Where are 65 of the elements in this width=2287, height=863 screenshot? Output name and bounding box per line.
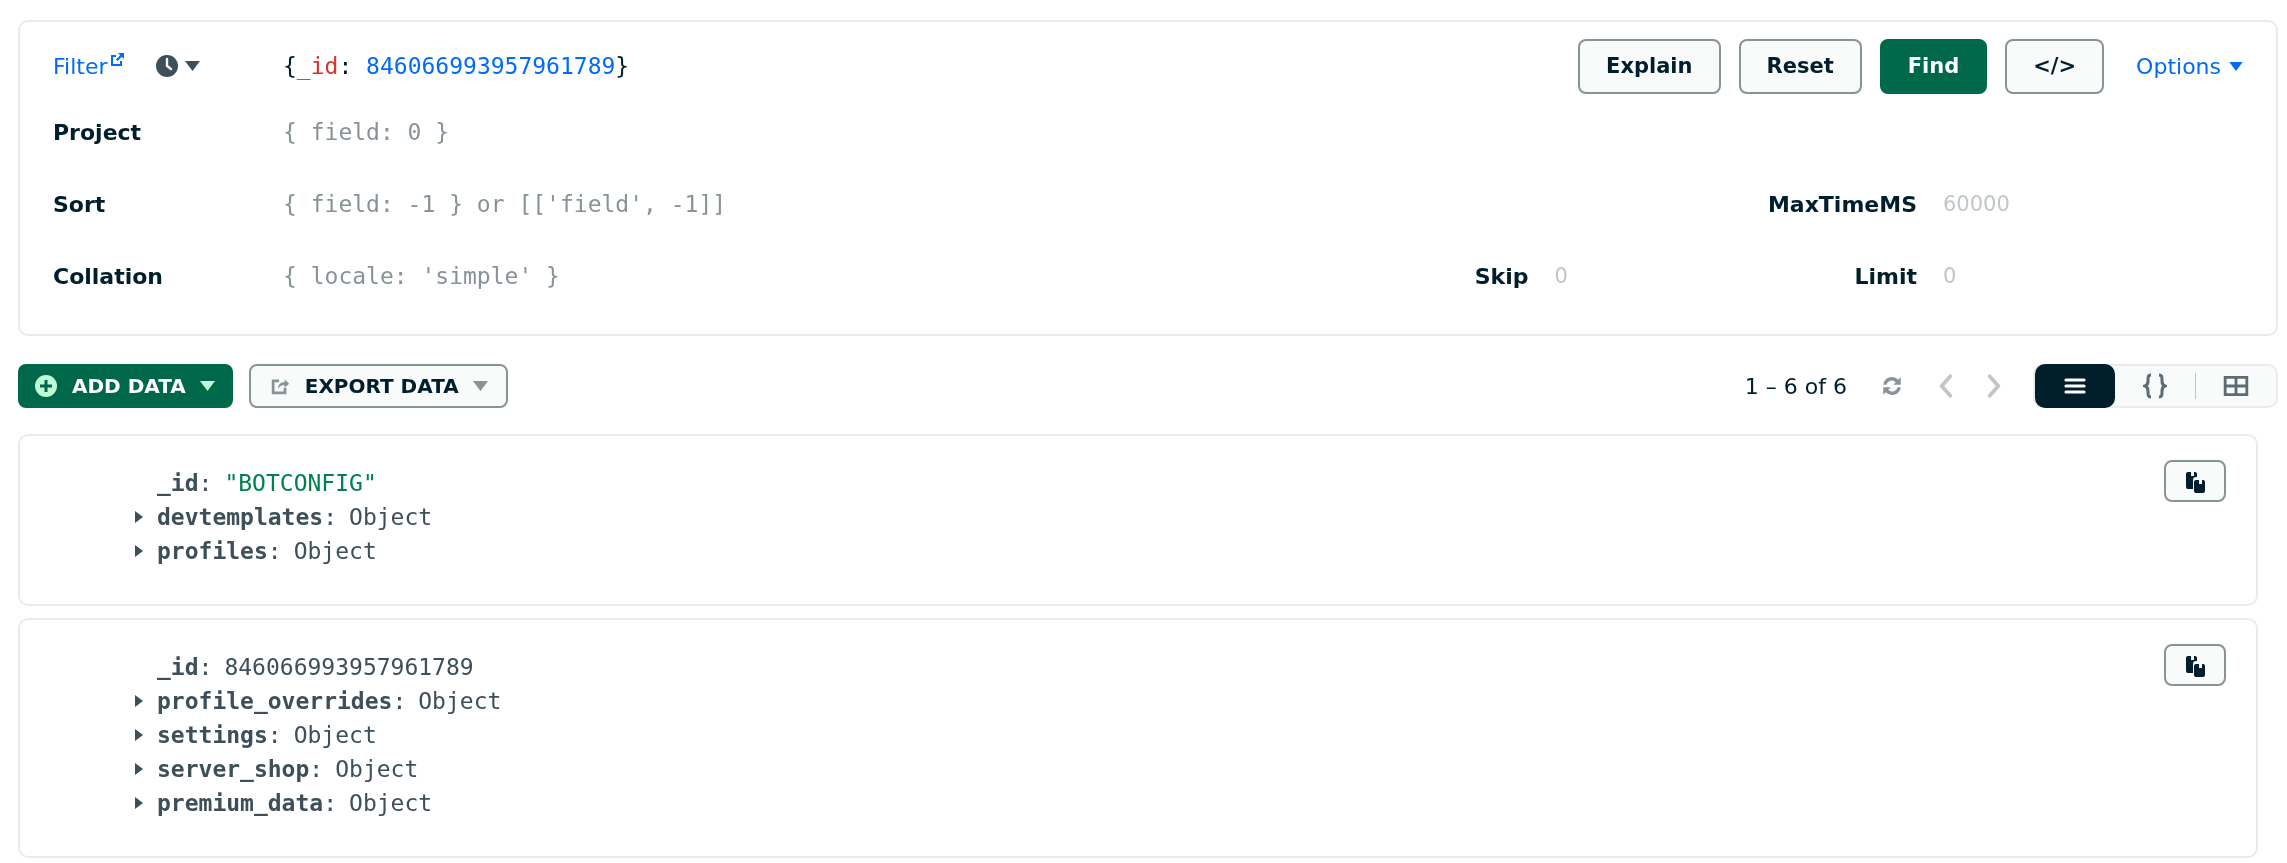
field-label: Limit	[1854, 263, 1917, 289]
field-value: "BOTCONFIG"	[224, 470, 377, 496]
field-key: devtemplates	[157, 504, 324, 530]
field-value: Object	[349, 790, 433, 816]
copy-icon	[2183, 469, 2207, 493]
plus-icon	[34, 374, 58, 398]
key-separator: :	[267, 538, 282, 564]
filter-input[interactable]: {_id: 846066993957961789}	[283, 53, 1579, 79]
project-input[interactable]: { field: 0 }	[283, 119, 2243, 145]
copy-button[interactable]	[2164, 644, 2226, 686]
field-key: profiles	[157, 538, 268, 564]
expand-arrow-icon[interactable]	[135, 511, 143, 523]
field-key: premium_data	[157, 790, 324, 816]
key-separator: :	[198, 654, 213, 680]
expand-arrow-icon[interactable]	[135, 763, 143, 775]
caret-icon	[472, 381, 488, 391]
list-icon	[2063, 376, 2087, 396]
pagination-text: 1 – 6 of 6	[1744, 373, 1847, 399]
field-label: Sort	[53, 191, 107, 217]
field-value: 846066993957961789	[224, 654, 474, 680]
query-button[interactable]: Reset	[1738, 38, 1862, 94]
key-separator: :	[323, 504, 338, 530]
field-key: profile_overrides	[157, 688, 393, 714]
options-button[interactable]: Options	[2136, 53, 2243, 79]
field-value: Object	[293, 722, 377, 748]
caret-icon	[2229, 61, 2243, 71]
expand-arrow-icon[interactable]	[135, 729, 143, 741]
field-key: _id	[157, 654, 199, 680]
field-label: Collation	[53, 263, 165, 289]
add-data-button[interactable]: ADD DATA	[18, 364, 233, 408]
expand-arrow-icon[interactable]	[135, 695, 143, 707]
expand-arrow-icon[interactable]	[135, 797, 143, 809]
field-key: server_shop	[157, 756, 310, 782]
expand-arrow-icon[interactable]	[135, 545, 143, 557]
code-button[interactable]: </>	[2005, 38, 2105, 94]
copy-button[interactable]	[2164, 460, 2226, 502]
field-value: Object	[418, 688, 502, 714]
field-label: Project	[53, 119, 143, 145]
sort-input[interactable]: { field: -1 } or [['field', -1]]	[283, 191, 1768, 217]
field-label: MaxTimeMS	[1767, 191, 1917, 217]
key-separator: :	[323, 790, 338, 816]
caret-icon	[199, 381, 215, 391]
copy-icon	[2183, 653, 2207, 677]
field-key: settings	[157, 722, 268, 748]
external-link-icon	[109, 52, 126, 68]
list-view-tab[interactable]	[2035, 364, 2115, 408]
field-value: Object	[293, 538, 377, 564]
key-separator: :	[198, 470, 213, 496]
find-button[interactable]: Find	[1879, 38, 1988, 94]
field-key: _id	[157, 470, 199, 496]
key-separator: :	[392, 688, 407, 714]
braces-icon	[2143, 373, 2167, 399]
field-value: Object	[349, 504, 433, 530]
key-separator: :	[267, 722, 282, 748]
query-button[interactable]: Explain	[1578, 38, 1721, 94]
clock-icon	[155, 54, 180, 78]
export-data-button[interactable]: EXPORT DATA	[248, 364, 508, 408]
collation-input[interactable]: { locale: 'simple' }	[283, 263, 1475, 289]
history-button[interactable]	[155, 54, 201, 78]
filter-link[interactable]: Filter	[53, 53, 108, 79]
table-icon	[2223, 375, 2249, 397]
key-separator: :	[309, 756, 324, 782]
field-label: Skip	[1474, 263, 1529, 289]
caret-icon	[185, 61, 201, 71]
field-value: Object	[335, 756, 419, 782]
